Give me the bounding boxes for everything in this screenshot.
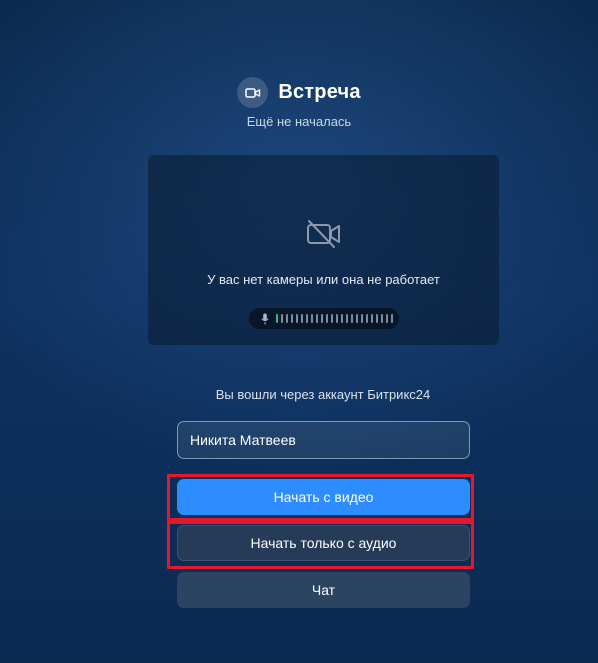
- meeting-header: Встреча: [0, 77, 598, 108]
- mic-level-bar: [391, 314, 393, 323]
- start-audio-button[interactable]: Начать только с аудио: [177, 525, 470, 561]
- mic-level-bar: [306, 314, 308, 323]
- microphone-icon: [261, 313, 269, 325]
- mic-level-bar: [336, 314, 338, 323]
- mic-level-bar: [341, 314, 343, 323]
- no-camera-message: У вас нет камеры или она не работает: [207, 272, 440, 287]
- mic-level-bar: [316, 314, 318, 323]
- video-camera-icon: [237, 77, 269, 108]
- mic-level-bar: [311, 314, 313, 323]
- mic-level-bars: [276, 314, 393, 323]
- camera-off-icon: [306, 219, 342, 249]
- mic-level-bar: [361, 314, 363, 323]
- mic-level-bar: [376, 314, 378, 323]
- account-info: Вы вошли через аккаунт Битрикс24: [215, 387, 431, 402]
- mic-level-meter: [249, 308, 399, 329]
- start-video-button[interactable]: Начать с видео: [177, 479, 470, 515]
- mic-level-bar: [296, 314, 298, 323]
- mic-level-bar: [276, 314, 278, 323]
- mic-level-bar: [331, 314, 333, 323]
- mic-level-bar: [386, 314, 388, 323]
- mic-level-bar: [346, 314, 348, 323]
- mic-level-bar: [281, 314, 283, 323]
- chat-button[interactable]: Чат: [177, 572, 470, 608]
- mic-level-bar: [326, 314, 328, 323]
- name-input[interactable]: [177, 421, 470, 459]
- mic-level-bar: [301, 314, 303, 323]
- mic-level-bar: [321, 314, 323, 323]
- meeting-status: Ещё не началась: [246, 114, 352, 129]
- mic-level-bar: [356, 314, 358, 323]
- mic-level-bar: [371, 314, 373, 323]
- camera-preview: У вас нет камеры или она не работает: [148, 155, 499, 345]
- mic-level-bar: [381, 314, 383, 323]
- mic-level-bar: [351, 314, 353, 323]
- mic-level-bar: [291, 314, 293, 323]
- mic-level-bar: [286, 314, 288, 323]
- mic-level-bar: [366, 314, 368, 323]
- page-title: Встреча: [278, 81, 361, 103]
